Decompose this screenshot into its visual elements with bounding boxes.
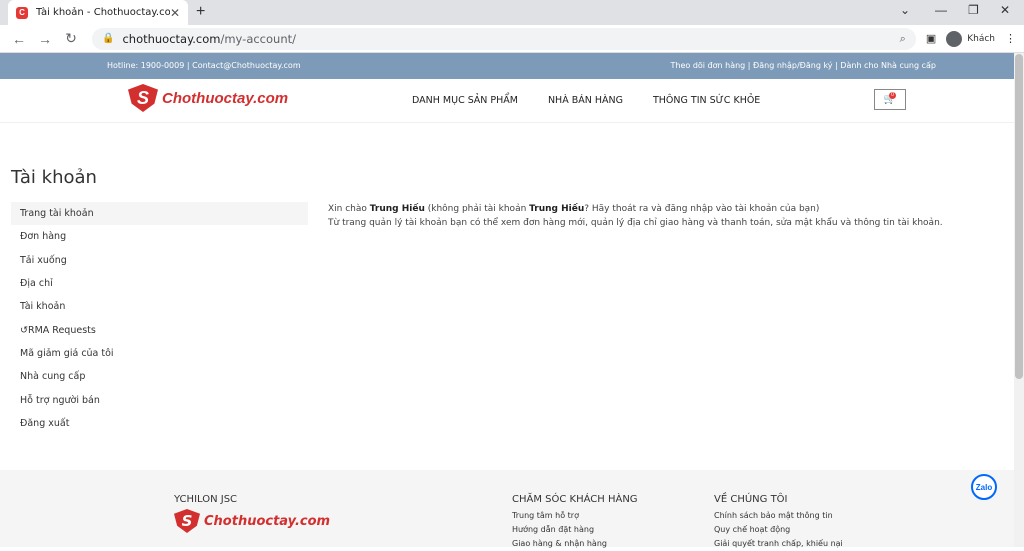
greeting-prefix: Xin chào [328, 204, 370, 214]
hotline-contact[interactable]: Hotline: 1900-0009 | Contact@Chothuoctay… [107, 61, 301, 70]
profile-avatar-icon [946, 30, 963, 47]
dashboard-description: Từ trang quản lý tài khoản bạn có thể xe… [328, 218, 943, 228]
footer-logo-text: Chothuoctay.com [204, 513, 331, 529]
logo-text: Chothuoctay.com [162, 89, 289, 107]
side-panel-icon[interactable]: ▣ [926, 32, 936, 45]
topbar-links[interactable]: Theo dõi đơn hàng | Đăng nhập/Đăng ký | … [671, 61, 937, 70]
profile-label: Khách [967, 33, 995, 44]
footer-link[interactable]: Giải quyết tranh chấp, khiếu nại [714, 537, 843, 551]
zoom-icon[interactable]: ⌕ [900, 32, 906, 46]
browser-tab[interactable]: C Tài khoản - Chothuoctay.com ✕ [8, 0, 188, 25]
profile-button[interactable]: Khách [946, 30, 995, 47]
footer-logo-shield-icon: S [174, 509, 200, 533]
user-name: Trung Hiếu [369, 204, 425, 214]
zalo-chat-button[interactable]: Zalo [971, 474, 997, 500]
account-nav-coupons[interactable]: Mã giảm giá của tôi [11, 342, 308, 365]
footer-logo[interactable]: S Chothuoctay.com [174, 509, 330, 533]
greeting-suffix[interactable]: ? Hãy thoát ra và đăng nhập vào tài khoả… [584, 204, 819, 214]
account-nav-addresses[interactable]: Địa chỉ [11, 272, 308, 295]
footer-company-col: YCHILON JSC S Chothuoctay.com [174, 494, 330, 533]
main-nav: DANH MỤC SẢN PHẨM NHÀ BÁN HÀNG THÔNG TIN… [412, 95, 760, 106]
undo-icon: ↺ [20, 324, 28, 336]
footer-link[interactable]: Chính sách bảo mật thông tin [714, 509, 843, 523]
account-nav-dashboard[interactable]: Trang tài khoản [11, 202, 308, 226]
footer-link[interactable]: Quy chế hoạt động [714, 523, 843, 537]
account-nav-vendor[interactable]: Nhà cung cấp [11, 365, 308, 388]
nav-sellers[interactable]: NHÀ BÁN HÀNG [548, 95, 623, 106]
account-nav-seller-support[interactable]: Hỗ trợ người bán [11, 388, 308, 411]
browser-menu-icon[interactable]: ⋮ [1005, 32, 1016, 45]
forward-icon[interactable]: → [34, 31, 56, 47]
window-close-icon[interactable]: ✕ [1000, 3, 1010, 17]
account-nav-logout[interactable]: Đăng xuất [11, 412, 308, 435]
footer-link[interactable]: Trung tâm hỗ trợ [512, 509, 638, 523]
greeting-line: Xin chào Trung Hiếu (không phải tài khoả… [328, 202, 943, 216]
cart-button[interactable]: 🛒 0 [874, 89, 906, 110]
rma-label: RMA Requests [27, 324, 96, 336]
welcome-message: Xin chào Trung Hiếu (không phải tài khoả… [328, 202, 943, 230]
site-footer: YCHILON JSC S Chothuoctay.com CHĂM SÓC K… [0, 470, 1014, 548]
footer-about-title: VỀ CHÚNG TÔI [714, 494, 788, 505]
minimize-icon[interactable]: — [935, 3, 947, 17]
tab-search-icon[interactable]: ⌄ [900, 3, 910, 17]
footer-about-col: VỀ CHÚNG TÔI Chính sách bảo mật thông ti… [714, 494, 843, 551]
new-tab-icon[interactable]: + [196, 3, 205, 21]
nav-health-info[interactable]: THÔNG TIN SỨC KHỎE [653, 95, 760, 106]
footer-support-title: CHĂM SÓC KHÁCH HÀNG [512, 494, 638, 505]
address-bar[interactable]: 🔒 chothuoctay.com/my-account/ ⌕ [92, 27, 916, 50]
nav-product-categories[interactable]: DANH MỤC SẢN PHẨM [412, 95, 518, 106]
account-navigation: Trang tài khoản Đơn hàng Tải xuống Địa c… [11, 202, 308, 435]
browser-tab-strip: C Tài khoản - Chothuoctay.com ✕ + ⌄ — ❐ … [0, 0, 1024, 25]
site-favicon-icon: C [16, 6, 28, 19]
page-title: Tài khoản [11, 167, 97, 188]
account-nav-orders[interactable]: Đơn hàng [11, 225, 308, 248]
footer-support-col: CHĂM SÓC KHÁCH HÀNG Trung tâm hỗ trợ Hướ… [512, 494, 638, 551]
address-toolbar: ← → ↻ 🔒 chothuoctay.com/my-account/ ⌕ ▣ … [0, 25, 1024, 53]
url-path: /my-account/ [220, 31, 297, 46]
site-header: S Chothuoctay.com DANH MỤC SẢN PHẨM NHÀ … [0, 79, 1024, 123]
footer-link[interactable]: Hướng dẫn đặt hàng [512, 523, 638, 537]
reload-icon[interactable]: ↻ [60, 30, 82, 47]
cart-count-badge: 0 [889, 92, 896, 99]
footer-link[interactable]: Giao hàng & nhận hàng [512, 537, 638, 551]
account-nav-account-details[interactable]: Tài khoản [11, 295, 308, 318]
restore-icon[interactable]: ❐ [968, 3, 979, 17]
logo-shield-icon: S [128, 84, 158, 112]
url-host: chothuoctay.com [122, 31, 221, 46]
back-icon[interactable]: ← [8, 31, 30, 47]
tab-title: Tài khoản - Chothuoctay.com [36, 7, 170, 18]
scrollbar-thumb[interactable] [1015, 54, 1023, 379]
site-logo[interactable]: S Chothuoctay.com [128, 84, 288, 112]
lock-icon[interactable]: 🔒 [102, 33, 114, 44]
footer-company-name: YCHILON JSC [174, 494, 238, 505]
site-topbar: Hotline: 1900-0009 | Contact@Chothuoctay… [0, 53, 1024, 79]
account-nav-rma-requests[interactable]: ↺ RMA Requests [11, 318, 308, 341]
close-tab-icon[interactable]: ✕ [170, 6, 180, 20]
account-nav-downloads[interactable]: Tải xuống [11, 249, 308, 272]
user-name-repeat: Trung Hiếu [529, 204, 585, 214]
greeting-mid: (không phải tài khoản [424, 204, 530, 214]
